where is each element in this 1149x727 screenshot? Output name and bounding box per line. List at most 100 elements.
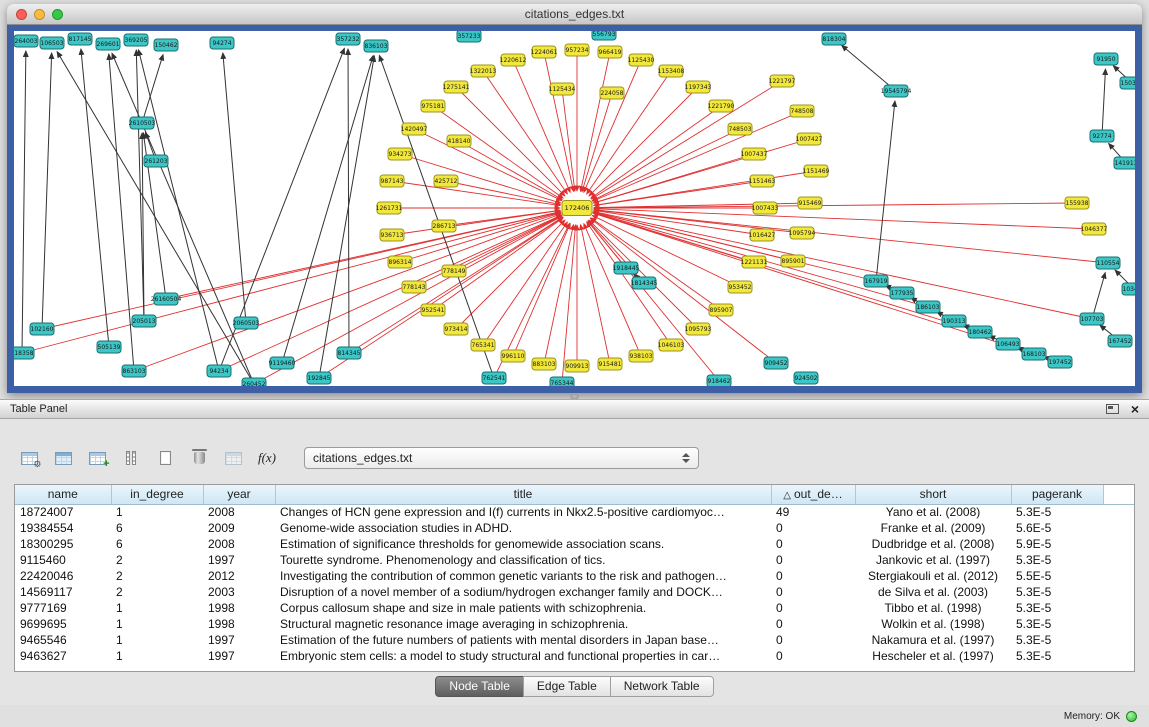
- column-header-name[interactable]: name: [15, 485, 111, 504]
- column-header-out-degree[interactable]: △out_de…: [771, 485, 855, 504]
- graph-node[interactable]: 369205: [124, 34, 148, 46]
- graph-node[interactable]: 106503: [40, 37, 64, 49]
- graph-node[interactable]: 973414: [444, 323, 468, 335]
- table-row[interactable]: 1938455462009Genome-wide association stu…: [15, 520, 1134, 536]
- graph-node[interactable]: 1814345: [631, 277, 658, 289]
- graph-node[interactable]: 1125430: [628, 54, 655, 66]
- graph-node[interactable]: 1220612: [500, 54, 527, 66]
- new-table-button[interactable]: [152, 445, 178, 471]
- table-mode-button[interactable]: ⚙: [16, 445, 42, 471]
- graph-node[interactable]: 1275141: [443, 81, 470, 93]
- graph-node[interactable]: 197452: [1048, 356, 1072, 368]
- graph-node[interactable]: 909913: [565, 360, 589, 372]
- graph-node[interactable]: 141913: [1114, 157, 1135, 169]
- table-row[interactable]: 977716911998Corpus callosum shape and si…: [15, 600, 1134, 616]
- graph-node[interactable]: 269601: [96, 38, 120, 50]
- graph-node[interactable]: 150462: [154, 39, 178, 51]
- graph-node[interactable]: 915481: [598, 358, 622, 370]
- graph-node[interactable]: 556793: [592, 31, 616, 40]
- graph-node[interactable]: 1420497: [401, 123, 428, 135]
- graph-node[interactable]: 168103: [1022, 348, 1046, 360]
- close-panel-icon[interactable]: ×: [1131, 402, 1139, 416]
- graph-node[interactable]: 110554: [1096, 257, 1120, 269]
- graph-node[interactable]: 952541: [421, 304, 445, 316]
- graph-node[interactable]: 748503: [728, 123, 752, 135]
- table-row[interactable]: 946362711997Embryonic stem cells: a mode…: [15, 648, 1134, 664]
- graph-node[interactable]: 1153408: [658, 65, 685, 77]
- tab-edge-table[interactable]: Edge Table: [523, 676, 611, 697]
- column-header-in-degree[interactable]: in_degree: [111, 485, 203, 504]
- graph-node[interactable]: 172406: [562, 201, 592, 216]
- graph-node[interactable]: 2060503: [233, 317, 260, 329]
- graph-node[interactable]: 938103: [629, 350, 653, 362]
- graph-node[interactable]: 1221797: [769, 75, 796, 87]
- graph-node[interactable]: 966419: [598, 46, 622, 58]
- graph-node[interactable]: 957234: [565, 44, 589, 56]
- graph-node[interactable]: 180462: [968, 326, 992, 338]
- graph-node[interactable]: 1151469: [803, 165, 830, 177]
- graph-node[interactable]: 264003: [14, 35, 38, 47]
- graph-node[interactable]: 224058: [600, 87, 624, 99]
- graph-node[interactable]: 817145: [68, 33, 92, 45]
- graph-node[interactable]: 260452: [242, 378, 266, 386]
- graph-node[interactable]: 1918445: [613, 262, 640, 274]
- graph-node[interactable]: 102160: [30, 323, 54, 335]
- graph-node[interactable]: 418140: [447, 135, 471, 147]
- network-graph[interactable]: 1724061007433115146310074377485031221790…: [14, 31, 1135, 386]
- graph-node[interactable]: 1046103: [658, 339, 685, 351]
- graph-node[interactable]: 1125434: [549, 83, 576, 95]
- graph-node[interactable]: 863103: [122, 365, 146, 377]
- graph-node[interactable]: 286713: [432, 220, 456, 232]
- float-panel-icon[interactable]: [1106, 404, 1119, 414]
- graph-node[interactable]: 1095794: [789, 227, 816, 239]
- graph-node[interactable]: 94274: [210, 37, 234, 49]
- graph-node[interactable]: 107703: [1080, 313, 1104, 325]
- graph-node[interactable]: 1221131: [741, 256, 768, 268]
- graph-node[interactable]: 1007437: [741, 148, 768, 160]
- close-button[interactable]: [16, 9, 27, 20]
- graph-node[interactable]: 357232: [336, 33, 360, 45]
- graph-node[interactable]: 167919: [864, 275, 888, 287]
- rows-button[interactable]: [118, 445, 144, 471]
- graph-node[interactable]: 895901: [781, 255, 805, 267]
- show-columns-button[interactable]: [50, 445, 76, 471]
- delete-table-button[interactable]: [186, 445, 212, 471]
- graph-node[interactable]: 818304: [822, 33, 846, 45]
- graph-node[interactable]: 765344: [550, 377, 574, 386]
- graph-node[interactable]: 9119460: [269, 357, 296, 369]
- graph-node[interactable]: 192845: [307, 372, 331, 384]
- graph-node[interactable]: 1221790: [708, 100, 735, 112]
- graph-node[interactable]: 1151463: [749, 175, 776, 187]
- tab-network-table[interactable]: Network Table: [610, 676, 714, 697]
- window-titlebar[interactable]: citations_edges.txt: [7, 4, 1142, 25]
- graph-node[interactable]: 155938: [1065, 197, 1089, 209]
- graph-node[interactable]: 836103: [364, 40, 388, 52]
- graph-node[interactable]: 778149: [442, 265, 466, 277]
- table-row[interactable]: 1872400712008Changes of HCN gene express…: [15, 504, 1134, 520]
- import-table-button[interactable]: [220, 445, 246, 471]
- graph-node[interactable]: 205013: [132, 315, 156, 327]
- table-selector-dropdown[interactable]: citations_edges.txt: [304, 447, 699, 469]
- graph-node[interactable]: 106493: [996, 338, 1020, 350]
- graph-node[interactable]: 748508: [790, 105, 814, 117]
- zoom-button[interactable]: [52, 9, 63, 20]
- graph-node[interactable]: 778143: [402, 281, 426, 293]
- create-column-button[interactable]: +: [84, 445, 110, 471]
- column-header-title[interactable]: title: [275, 485, 771, 504]
- minimize-button[interactable]: [34, 9, 45, 20]
- column-header-pagerank[interactable]: pagerank: [1011, 485, 1103, 504]
- graph-node[interactable]: 1046377: [1081, 223, 1108, 235]
- graph-node[interactable]: 953452: [728, 281, 752, 293]
- graph-node[interactable]: 1197343: [685, 81, 712, 93]
- graph-node[interactable]: 1007427: [796, 133, 823, 145]
- graph-node[interactable]: 895907: [709, 304, 733, 316]
- graph-node[interactable]: 505139: [97, 341, 121, 353]
- graph-node[interactable]: 1261731: [376, 202, 403, 214]
- graph-node[interactable]: 177935: [890, 287, 914, 299]
- graph-node[interactable]: 918358: [14, 347, 34, 359]
- graph-node[interactable]: 1095793: [685, 323, 712, 335]
- table-row[interactable]: 1830029562008Estimation of significance …: [15, 536, 1134, 552]
- graph-node[interactable]: 909452: [764, 357, 788, 369]
- graph-node[interactable]: 167452: [1108, 335, 1132, 347]
- graph-node[interactable]: 261203: [144, 155, 168, 167]
